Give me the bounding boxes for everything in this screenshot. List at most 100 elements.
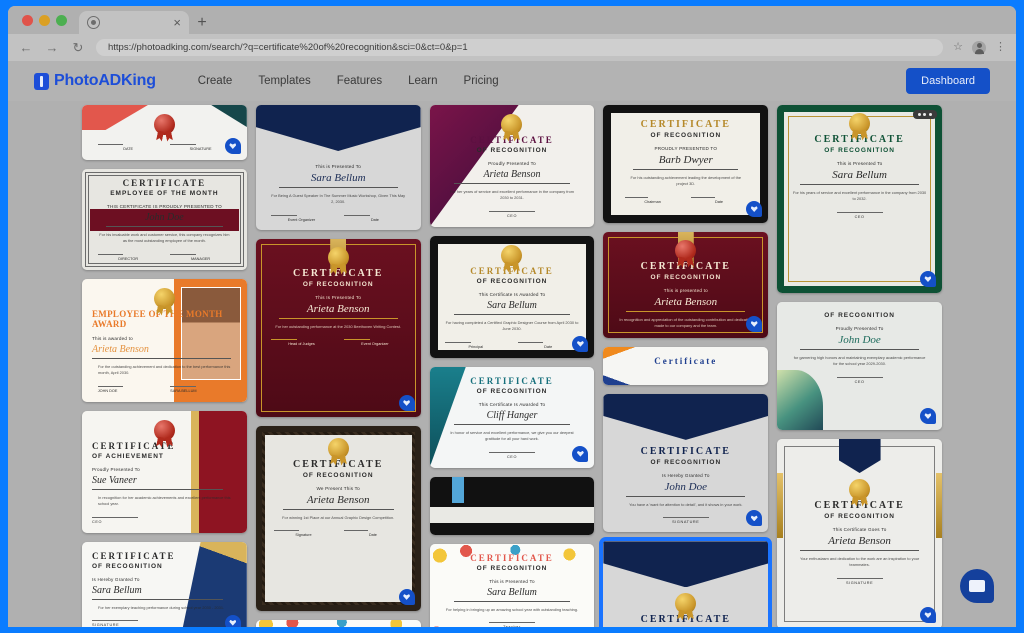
favorite-heart-icon[interactable] (572, 446, 588, 462)
name-underline (454, 314, 571, 315)
template-card[interactable]: CERTIFICATEOF RECOGNITIONWe Present This… (256, 426, 421, 611)
favorite-heart-icon[interactable] (225, 138, 241, 154)
new-tab-button[interactable]: + (189, 11, 215, 34)
certificate-subtitle: EMPLOYEE OF THE MONTH (92, 190, 237, 197)
favorite-heart-icon[interactable] (572, 336, 588, 352)
certificate-description: In recognition and appreciation of the o… (612, 317, 759, 330)
certificate-recipient-name: Sara Bellum (440, 587, 585, 598)
name-underline (454, 183, 571, 184)
certificate-subtitle: OF RECOGNITION (786, 147, 933, 154)
certificate-subtitle: OF RECOGNITION (612, 459, 759, 466)
chat-bubble-icon[interactable] (960, 569, 994, 603)
certificate-preview: CERTIFICATEOF RECOGNITIONThis is Present… (777, 105, 942, 293)
favorite-heart-icon[interactable] (920, 408, 936, 424)
template-card[interactable]: CERTIFICATEOF RECOGNITIONPROUDLY PRESENT… (603, 105, 768, 223)
favorite-heart-icon[interactable] (920, 607, 936, 623)
certificate-description: For her years of service and excellent p… (440, 189, 585, 202)
favorite-heart-icon[interactable] (225, 615, 241, 627)
favorite-heart-icon[interactable] (746, 201, 762, 217)
certificate-title: EMPLOYEE OF THE MONTH AWARD (92, 309, 237, 329)
nav-item-templates[interactable]: Templates (258, 75, 310, 87)
name-underline (92, 489, 223, 490)
certificate-description: For his invaluable work and customer ser… (92, 232, 237, 245)
certificate-body: CERTIFICATEOF RECOGNITIONThis Is Present… (256, 239, 421, 354)
minimize-window-button[interactable] (39, 15, 50, 26)
overflow-menu-icon[interactable]: ⋮ (995, 42, 1006, 53)
certificate-subtitle: OF RECOGNITION (786, 312, 933, 319)
certificate-description: For having completed a Certified Graphic… (440, 320, 585, 333)
browser-toolbar: ← → ↻ https://photoadking.com/search/?q=… (8, 34, 1016, 61)
signature-right: Date (344, 215, 406, 222)
name-underline (626, 311, 745, 312)
award-seal-icon (675, 593, 696, 614)
certificate-subtitle: OF RECOGNITION (619, 132, 752, 139)
search-results-area[interactable]: DATESIGNATURECERTIFICATEEMPLOYEE OF THE … (8, 101, 1016, 627)
address-bar[interactable]: https://photoadking.com/search/?q=certif… (96, 39, 943, 56)
zoom-window-button[interactable] (56, 15, 67, 26)
template-card[interactable]: CERTIFICATEOF RECOGNITIONThis Certificat… (777, 439, 942, 627)
certificate-body: CERTIFICATEOF RECOGNITIONThis is Present… (430, 544, 595, 627)
template-card[interactable]: CERTIFICATEOF RECOGNITIONThis is Present… (430, 544, 595, 627)
template-card[interactable]: Certificate (603, 347, 768, 385)
certificate-subtitle: OF RECOGNITION (440, 147, 585, 154)
certificate-subtitle: OF RECOGNITION (440, 565, 585, 572)
favorite-heart-icon[interactable] (399, 589, 415, 605)
certificate-title: CERTIFICATE (440, 266, 585, 276)
certificate-preview: CERTIFICATEOF RECOGNITIONIs Hereby Grant… (603, 394, 768, 532)
back-icon[interactable]: ← (18, 40, 34, 55)
template-card[interactable] (256, 620, 421, 627)
template-card[interactable]: CERTIFICATEEMPLOYEE OF THE MONTHTHIS CER… (82, 169, 247, 270)
nav-item-learn[interactable]: Learn (408, 75, 437, 87)
template-card[interactable]: CERTIFICATEOF RECOGNITIONThis Certificat… (430, 236, 595, 358)
browser-tab[interactable]: × (79, 11, 189, 34)
close-icon[interactable]: × (173, 16, 181, 29)
template-card[interactable]: This is Presented ToSara BellumFor Being… (256, 105, 421, 230)
template-card[interactable]: OF RECOGNITIONProudly Presented ToJohn D… (777, 302, 942, 430)
template-card[interactable]: CERTIFICATEOF RECOGNITIONThis is present… (603, 232, 768, 338)
certificate-recipient-name: Barb Dwyer (619, 154, 752, 166)
award-seal-icon (501, 245, 522, 266)
certificate-body: This is Presented ToSara BellumFor Being… (256, 105, 421, 230)
bookmark-star-icon[interactable]: ☆ (953, 42, 963, 53)
favorite-heart-icon[interactable] (746, 510, 762, 526)
template-card[interactable]: CERTIFICATEOF RECOGNITIONProudly Present… (603, 541, 768, 627)
nav-item-pricing[interactable]: Pricing (464, 75, 499, 87)
template-card[interactable] (430, 477, 595, 535)
site-logo[interactable]: PhotoADKing (34, 72, 156, 90)
signature-left: Head of Judges (271, 339, 333, 346)
certificate-recipient-name: Sara Bellum (265, 172, 412, 184)
browser-window: × + ← → ↻ https://photoadking.com/search… (8, 6, 1016, 627)
certificate-presented-label: PROUDLY PRESENTED TO (619, 146, 752, 151)
certificate-description: In recognition for her academic achievem… (92, 495, 237, 508)
card-more-options-button[interactable] (913, 110, 937, 119)
close-window-button[interactable] (22, 15, 33, 26)
certificate-signature: SIGNATURE (786, 578, 933, 585)
name-underline (800, 550, 919, 551)
reload-icon[interactable]: ↻ (70, 40, 86, 56)
template-card[interactable]: CERTIFICATEOF RECOGNITIONThis Is Present… (256, 239, 421, 417)
toolbar-icons: ☆ ⋮ (953, 41, 1006, 55)
certificate-body: Certificate (603, 347, 768, 375)
certificate-preview: CERTIFICATEOF RECOGNITIONThis is present… (603, 232, 768, 338)
certificate-subtitle: OF RECOGNITION (612, 274, 759, 281)
favorite-heart-icon[interactable] (746, 316, 762, 332)
template-card[interactable]: CERTIFICATEOF RECOGNITIONIs Hereby Grant… (82, 542, 247, 627)
profile-avatar-icon[interactable] (972, 41, 986, 55)
template-card[interactable]: CERTIFICATEOF ACHIEVEMENTProudly Present… (82, 411, 247, 533)
template-card[interactable]: CERTIFICATEOF RECOGNITIONIs Hereby Grant… (603, 394, 768, 532)
forward-icon[interactable]: → (44, 40, 60, 55)
template-card[interactable]: CERTIFICATEOF RECOGNITIONProudly Present… (430, 105, 595, 227)
favorite-heart-icon[interactable] (399, 395, 415, 411)
certificate-body: CERTIFICATEOF RECOGNITIONProudly Present… (603, 541, 768, 627)
nav-item-create[interactable]: Create (198, 75, 233, 87)
certificate-presented-label: Proudly Presented To (92, 467, 237, 472)
name-underline (800, 184, 919, 185)
template-card[interactable]: DATESIGNATURE (82, 105, 247, 160)
template-card[interactable]: CERTIFICATEOF RECOGNITIONThis is Present… (777, 105, 942, 293)
dashboard-button[interactable]: Dashboard (906, 68, 990, 94)
template-card[interactable]: CERTIFICATEOF RECOGNITIONThis Certificat… (430, 367, 595, 468)
favorite-heart-icon[interactable] (920, 271, 936, 287)
nav-item-features[interactable]: Features (337, 75, 382, 87)
certificate-body: CERTIFICATEOF RECOGNITIONIs Hereby Grant… (82, 542, 247, 627)
template-card[interactable]: EMPLOYEE OF THE MONTH AWARDThis is award… (82, 279, 247, 402)
